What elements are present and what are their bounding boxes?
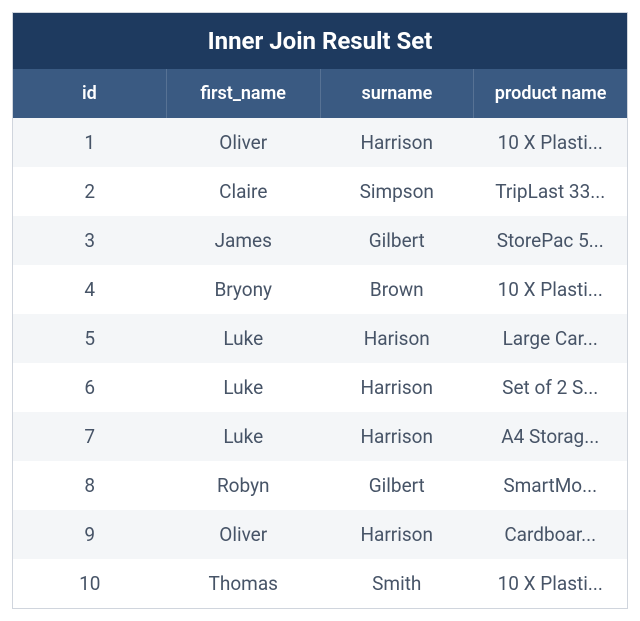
cell-first-name: Luke [167,314,321,363]
cell-surname: Harison [320,314,474,363]
cell-surname: Harrison [320,363,474,412]
cell-first-name: Claire [167,167,321,216]
cell-first-name: Bryony [167,265,321,314]
cell-product-name: 10 X Plasti... [474,118,628,167]
cell-id: 8 [13,461,167,510]
cell-product-name: TripLast 33... [474,167,628,216]
table-row: 5 Luke Harison Large Car... [13,314,627,363]
cell-surname: Gilbert [320,216,474,265]
table-row: 4 Bryony Brown 10 X Plasti... [13,265,627,314]
cell-product-name: Cardboar... [474,510,628,559]
cell-surname: Harrison [320,510,474,559]
table-row: 2 Claire Simpson TripLast 33... [13,167,627,216]
cell-product-name: 10 X Plasti... [474,559,628,608]
cell-id: 1 [13,118,167,167]
cell-id: 2 [13,167,167,216]
table-row: 8 Robyn Gilbert SmartMo... [13,461,627,510]
cell-first-name: James [167,216,321,265]
cell-surname: Gilbert [320,461,474,510]
table-row: 1 Oliver Harrison 10 X Plasti... [13,118,627,167]
cell-first-name: Luke [167,363,321,412]
cell-first-name: Thomas [167,559,321,608]
cell-first-name: Oliver [167,118,321,167]
table-title: Inner Join Result Set [13,13,627,69]
col-header-id: id [13,69,167,118]
cell-product-name: Large Car... [474,314,628,363]
cell-surname: Harrison [320,412,474,461]
cell-id: 7 [13,412,167,461]
cell-product-name: SmartMo... [474,461,628,510]
cell-id: 3 [13,216,167,265]
table-row: 3 James Gilbert StorePac 5... [13,216,627,265]
table-body: 1 Oliver Harrison 10 X Plasti... 2 Clair… [13,118,627,608]
col-header-surname: surname [321,69,475,118]
cell-id: 6 [13,363,167,412]
table-row: 10 Thomas Smith 10 X Plasti... [13,559,627,608]
cell-first-name: Luke [167,412,321,461]
col-header-first-name: first_name [167,69,321,118]
cell-product-name: Set of 2 S... [474,363,628,412]
cell-surname: Brown [320,265,474,314]
table-row: 9 Oliver Harrison Cardboar... [13,510,627,559]
table-row: 7 Luke Harrison A4 Storag... [13,412,627,461]
cell-id: 4 [13,265,167,314]
result-table: Inner Join Result Set id first_name surn… [12,12,628,609]
cell-surname: Simpson [320,167,474,216]
cell-product-name: StorePac 5... [474,216,628,265]
cell-product-name: 10 X Plasti... [474,265,628,314]
cell-surname: Harrison [320,118,474,167]
cell-id: 9 [13,510,167,559]
cell-id: 10 [13,559,167,608]
col-header-product-name: product name [474,69,627,118]
table-header-row: id first_name surname product name [13,69,627,118]
cell-product-name: A4 Storag... [474,412,628,461]
cell-id: 5 [13,314,167,363]
table-row: 6 Luke Harrison Set of 2 S... [13,363,627,412]
cell-first-name: Robyn [167,461,321,510]
cell-surname: Smith [320,559,474,608]
cell-first-name: Oliver [167,510,321,559]
